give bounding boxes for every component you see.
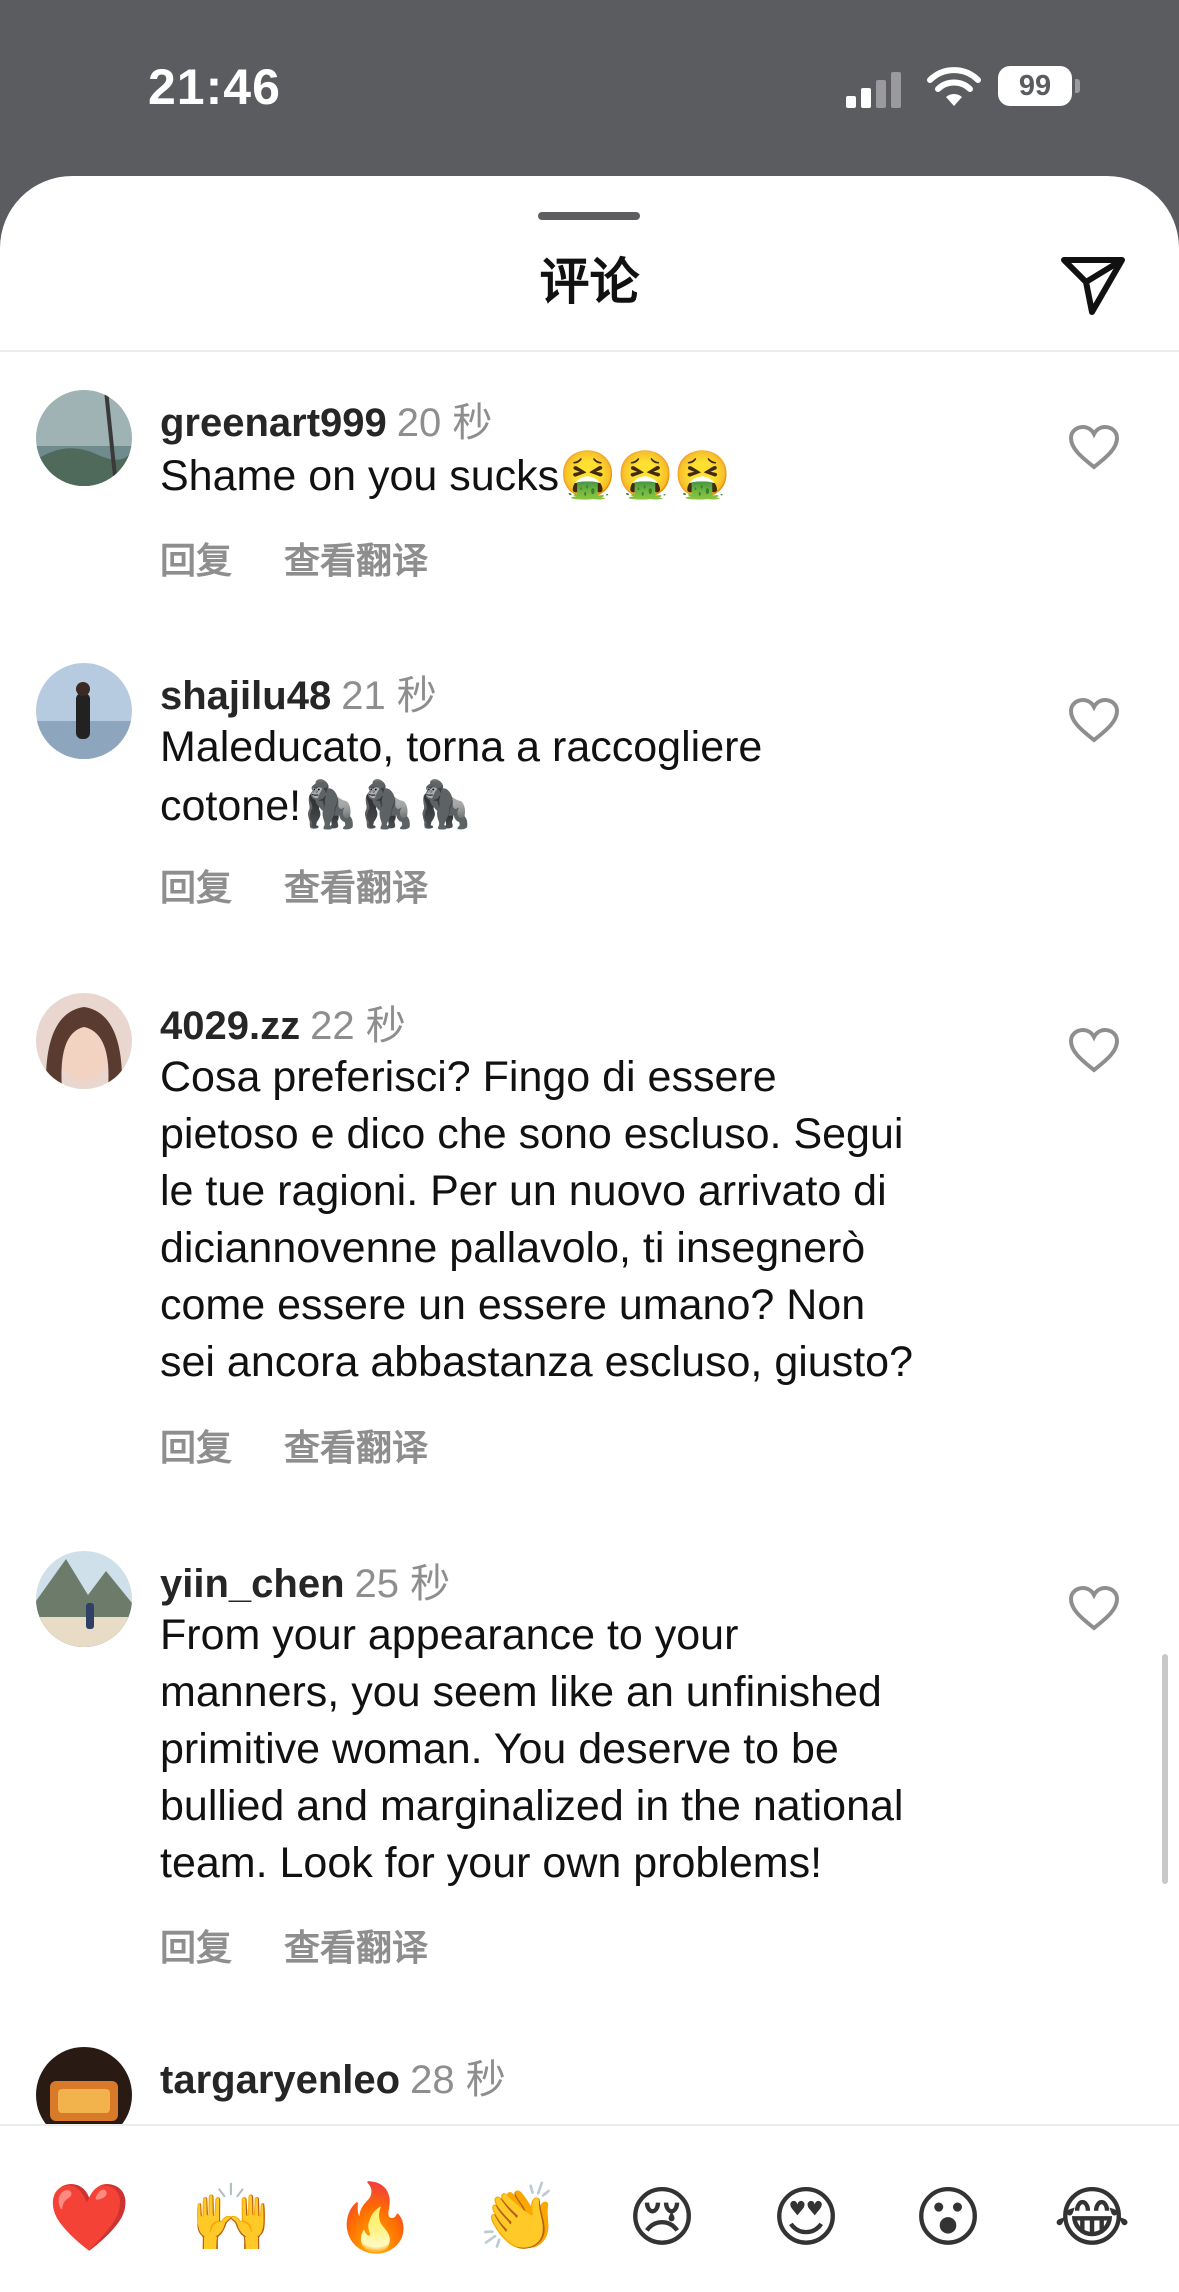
username[interactable]: shajilu48 bbox=[160, 674, 331, 718]
battery-level: 99 bbox=[998, 66, 1072, 106]
comment-line: diciannovenne pallavolo, ti insegnerò bbox=[160, 1224, 866, 1272]
sheet-grabber[interactable] bbox=[538, 212, 640, 220]
wifi-icon bbox=[927, 67, 981, 106]
comment-header: yiin_chen 25 秒 bbox=[160, 1551, 450, 1609]
quick-reaction-bar: ❤️ 🙌 🔥 👏 😢 😍 😮 😂 bbox=[0, 2124, 1179, 2292]
status-bar: 21:46 99 bbox=[0, 0, 1179, 176]
comment-actions: 回复 查看翻译 bbox=[160, 1419, 428, 1471]
comment-time: 20 秒 bbox=[396, 401, 493, 445]
battery-icon: 99 bbox=[998, 66, 1082, 108]
comment-time: 21 秒 bbox=[341, 674, 437, 718]
comment-item: 4029.zz 22 秒 Cosa preferisci? Fingo di es… bbox=[0, 993, 1179, 1493]
avatar[interactable] bbox=[36, 390, 132, 486]
clock: 21:46 bbox=[148, 59, 281, 115]
avatar[interactable] bbox=[36, 663, 132, 759]
comment-item: greenart999 20 秒 Shame on you sucks🤮🤮🤮 回复… bbox=[0, 390, 1179, 590]
comments-sheet: 评论 greenart999 20 秒 Shame on you sucks🤮🤮🤮… bbox=[0, 176, 1179, 2290]
heart-icon[interactable] bbox=[1068, 1027, 1120, 1073]
comment-actions: 回复 查看翻译 bbox=[160, 532, 428, 584]
sheet-title: 评论 bbox=[539, 254, 640, 310]
comment-time: 22 秒 bbox=[310, 1004, 406, 1048]
comment-line: come essere un essere umano? Non bbox=[160, 1281, 866, 1329]
cellular-signal-icon bbox=[846, 72, 901, 108]
see-translation-button[interactable]: 查看翻译 bbox=[284, 1927, 428, 1968]
comment-item: shajilu48 21 秒 Maleducato, torna a raccog… bbox=[0, 663, 1179, 923]
comment-header: 4029.zz 22 秒 bbox=[160, 993, 406, 1051]
comment-line: manners, you seem like an unfinished bbox=[160, 1668, 882, 1716]
heart-icon[interactable] bbox=[1068, 697, 1120, 743]
vomit-emoji-icon: 🤮🤮🤮 bbox=[559, 447, 731, 501]
reply-button[interactable]: 回复 bbox=[160, 540, 232, 581]
raising-hands-emoji-icon[interactable]: 🙌 bbox=[190, 2178, 272, 2258]
see-translation-button[interactable]: 查看翻译 bbox=[284, 1427, 428, 1468]
clapping-hands-emoji-icon[interactable]: 👏 bbox=[478, 2178, 560, 2258]
comment-line: sei ancora abbastanza escluso, giusto? bbox=[160, 1338, 913, 1386]
comment-text: From your appearance to your manners, yo… bbox=[160, 1607, 1030, 1892]
avatar[interactable] bbox=[36, 1551, 132, 1647]
comment-line: le tue ragioni. Per un nuovo arrivato di bbox=[160, 1167, 887, 1215]
comment-text: Shame on you sucks🤮🤮🤮 bbox=[160, 446, 1030, 505]
comment-header: greenart999 20 秒 bbox=[160, 390, 492, 448]
comment-actions: 回复 查看翻译 bbox=[160, 1919, 428, 1971]
reply-button[interactable]: 回复 bbox=[160, 1427, 232, 1468]
paper-plane-icon[interactable] bbox=[1058, 252, 1128, 316]
heart-icon[interactable] bbox=[1068, 1585, 1120, 1631]
comment-line: Cosa preferisci? Fingo di essere bbox=[160, 1053, 777, 1101]
fire-emoji-icon[interactable]: 🔥 bbox=[334, 2178, 416, 2258]
tears-of-joy-emoji-icon[interactable]: 😂 bbox=[1052, 2178, 1132, 2258]
red-heart-emoji-icon[interactable]: ❤️ bbox=[48, 2178, 130, 2258]
comment-actions: 回复 查看翻译 bbox=[160, 859, 428, 911]
comment-line: Shame on you sucks bbox=[160, 452, 560, 500]
see-translation-button[interactable]: 查看翻译 bbox=[284, 540, 428, 581]
comment-header: shajilu48 21 秒 bbox=[160, 663, 437, 721]
comment-line: Maleducato, torna a raccogliere bbox=[160, 723, 763, 771]
comment-line: pietoso e dico che sono escluso. Segui bbox=[160, 1110, 904, 1158]
username[interactable]: greenart999 bbox=[160, 401, 387, 445]
username[interactable]: 4029.zz bbox=[160, 1004, 300, 1048]
avatar[interactable] bbox=[36, 993, 132, 1089]
see-translation-button[interactable]: 查看翻译 bbox=[284, 867, 428, 908]
username[interactable]: targaryenleo bbox=[160, 2058, 400, 2102]
heart-icon[interactable] bbox=[1068, 424, 1120, 470]
username[interactable]: yiin_chen bbox=[160, 1562, 345, 1606]
crying-face-emoji-icon[interactable]: 😢 bbox=[622, 2178, 702, 2258]
comment-line: cotone! bbox=[160, 782, 302, 830]
gorilla-emoji-icon: 🦍🦍🦍 bbox=[301, 777, 473, 831]
comment-time: 28 秒 bbox=[410, 2058, 506, 2102]
comment-text: Maleducato, torna a raccogliere cotone!🦍… bbox=[160, 719, 1030, 835]
comment-line: From your appearance to your bbox=[160, 1611, 739, 1659]
reply-button[interactable]: 回复 bbox=[160, 1927, 232, 1968]
scroll-indicator[interactable] bbox=[1162, 1654, 1168, 1884]
header-divider bbox=[0, 350, 1179, 352]
reply-button[interactable]: 回复 bbox=[160, 867, 232, 908]
comment-time: 25 秒 bbox=[354, 1562, 451, 1606]
comment-item: targaryenleo 28 秒 bbox=[0, 2047, 1179, 2143]
surprised-face-emoji-icon[interactable]: 😮 bbox=[908, 2178, 988, 2258]
heart-eyes-emoji-icon[interactable]: 😍 bbox=[766, 2178, 846, 2258]
comment-line: primitive woman. You deserve to be bbox=[160, 1725, 839, 1773]
comment-text: Cosa preferisci? Fingo di essere pietoso… bbox=[160, 1049, 1030, 1391]
comment-item: yiin_chen 25 秒 From your appearance to yo… bbox=[0, 1551, 1179, 2001]
comment-line: bullied and marginalized in the national bbox=[160, 1782, 904, 1830]
comment-header: targaryenleo 28 秒 bbox=[160, 2047, 506, 2105]
comment-line: team. Look for your own problems! bbox=[160, 1839, 823, 1887]
